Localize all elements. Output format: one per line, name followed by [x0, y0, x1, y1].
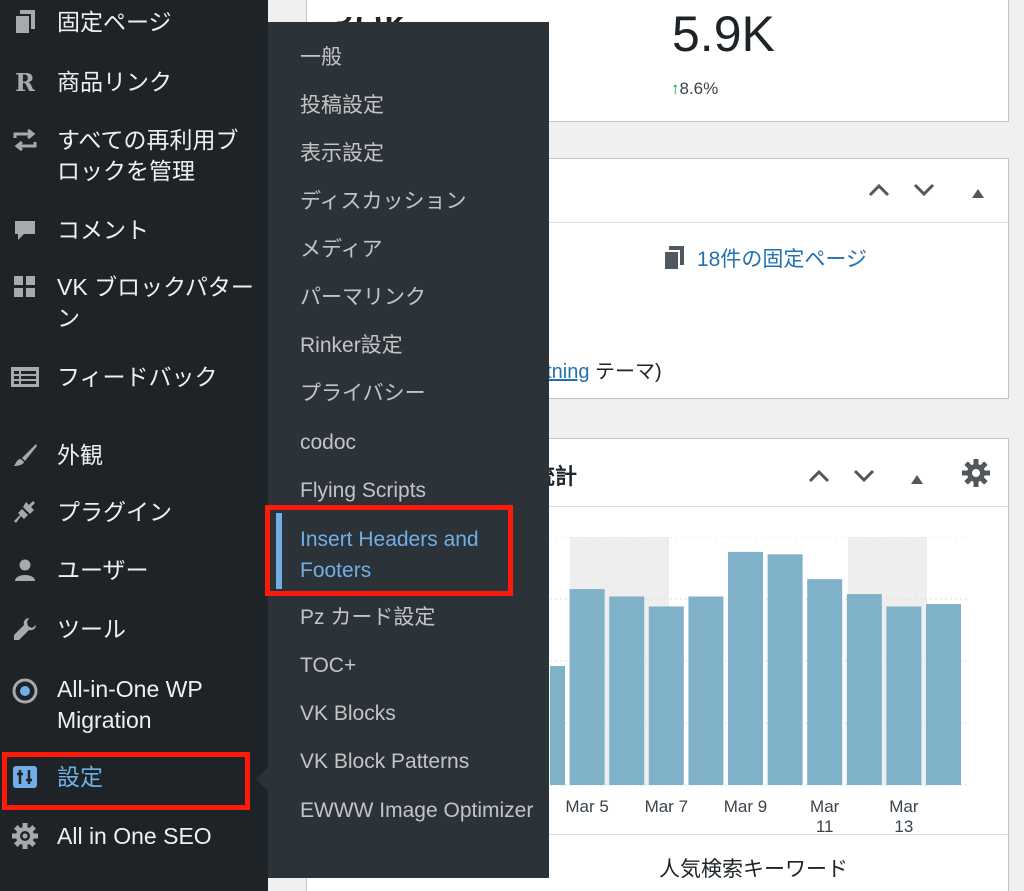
submenu-item[interactable]: EWWW Image Optimizer [300, 795, 540, 826]
sidebar-item-label: ツール [57, 616, 126, 642]
sidebar-item-label: プラグイン [57, 499, 172, 525]
theme-suffix: テーマ) [589, 361, 662, 383]
submenu-item[interactable]: Rinker設定 [300, 330, 540, 361]
sidebar-item-label: すべての再利用ブロックを管理 [57, 127, 239, 184]
reusable-blocks-icon [10, 125, 40, 155]
sidebar-item-label: ユーザー [57, 557, 149, 583]
sidebar-item-label: 固定ページ [57, 9, 172, 35]
chart-bar[interactable] [648, 606, 684, 785]
sidebar-item-label: 商品リンク [57, 69, 172, 95]
submenu-item[interactable]: codoc [300, 427, 540, 458]
chart-x-tick-label: Mar 11 [810, 797, 840, 836]
chart-x-tick-label: Mar 9 [723, 797, 768, 816]
chart-bar[interactable] [688, 596, 724, 785]
pages-icon [10, 7, 40, 37]
grid-icon [10, 272, 40, 302]
chart-bar[interactable] [728, 551, 763, 785]
chart-x-tick-label: Mar 7 [644, 797, 689, 816]
chart-x-tick-label: Mar 5 [565, 797, 609, 816]
sidebar-item-label: 外観 [57, 442, 103, 468]
comment-icon [10, 215, 40, 245]
submenu-item[interactable]: Pz カード設定 [300, 602, 540, 633]
chart-bar[interactable] [550, 665, 565, 785]
stat-delta: ↑8.6% [671, 79, 718, 99]
feedback-icon [10, 362, 40, 392]
submenu-item[interactable]: プライバシー [300, 378, 540, 409]
plugin-icon [10, 497, 40, 527]
sidebar-item-label: フィードバック [57, 364, 218, 390]
chevron-up-icon[interactable] [867, 179, 891, 203]
submenu-item[interactable]: 一般 [300, 42, 540, 73]
chart-bar[interactable] [846, 594, 882, 785]
chevron-down-icon[interactable] [852, 465, 876, 489]
gear-icon[interactable] [961, 458, 991, 493]
stat-delta-value: 8.6% [679, 79, 719, 98]
user-icon [10, 555, 40, 585]
settings-submenu: 一般投稿設定表示設定ディスカッション メディアパーマリンク Rinker設定 プライバ… [268, 22, 549, 878]
submenu-item[interactable]: 投稿設定 [300, 90, 540, 121]
flyout-pointer [256, 767, 268, 791]
chart-bar[interactable] [886, 606, 922, 785]
submenu-item[interactable]: ディスカッション [300, 186, 540, 217]
pages-count-link[interactable]: 18件の固定ページ [697, 248, 867, 271]
chevron-down-icon[interactable] [912, 179, 936, 203]
submenu-item[interactable]: Flying Scripts [300, 475, 540, 506]
pages-count-link-row[interactable]: 18件の固定ページ [663, 243, 867, 273]
submenu-item[interactable]: パーマリンク [300, 282, 540, 313]
submenu-item[interactable]: TOC+ [300, 650, 540, 681]
brush-icon [10, 440, 40, 470]
aioseo-gear-icon [10, 821, 40, 851]
chart-bar[interactable] [926, 603, 961, 785]
sidebar-item-label: コメント [57, 217, 149, 243]
chart-x-tick-label: Mar 13 [889, 797, 919, 836]
arrow-up-icon: ↑ [671, 79, 680, 98]
rinker-r-icon: R [15, 67, 35, 97]
chart-bar[interactable] [767, 554, 803, 785]
highlight-settings-menu [2, 752, 250, 810]
submenu-item[interactable]: VK Blocks [300, 698, 540, 729]
traffic-bar-chart [550, 537, 970, 786]
chevron-up-icon[interactable] [807, 465, 831, 489]
migration-icon [10, 676, 40, 706]
chart-bar[interactable] [807, 579, 843, 785]
chart-bar[interactable] [569, 589, 605, 785]
submenu-item[interactable]: メディア [300, 234, 540, 265]
submenu-item[interactable]: 表示設定 [300, 138, 540, 169]
stat-value: 5.9K [672, 6, 775, 62]
wrench-icon [10, 614, 40, 644]
sidebar-item-label: VK ブロックパターン [57, 274, 254, 331]
popular-keywords-label: 人気検索キーワード [659, 858, 848, 881]
theme-line: atning テーマ) [535, 355, 662, 384]
pages-icon [663, 246, 684, 271]
highlight-insert-headers-footers [265, 505, 513, 596]
triangle-up-icon[interactable] [910, 466, 924, 490]
submenu-item[interactable]: VK Block Patterns [300, 746, 540, 777]
chart-bar[interactable] [609, 596, 645, 785]
triangle-up-icon[interactable] [971, 180, 985, 204]
sidebar-item-label: All-in-One WP Migration [57, 676, 203, 733]
sidebar-item-label: All in One SEO [57, 823, 212, 849]
